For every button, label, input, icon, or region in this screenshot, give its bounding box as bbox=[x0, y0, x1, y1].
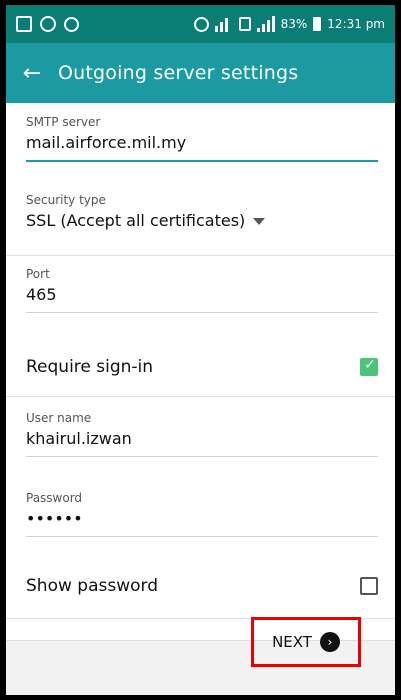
sim-icon bbox=[238, 17, 251, 31]
smtp-server-input[interactable]: mail.airforce.mil.my bbox=[26, 133, 378, 152]
status-left bbox=[16, 16, 79, 32]
alarm-icon bbox=[64, 16, 79, 32]
smtp-underline bbox=[26, 160, 378, 162]
password-label: Password bbox=[26, 491, 83, 505]
back-arrow-icon[interactable]: ← bbox=[6, 61, 58, 86]
battery-percent: 83% bbox=[280, 17, 308, 31]
password-input[interactable]: •••••• bbox=[26, 509, 378, 528]
port-input[interactable]: 465 bbox=[26, 285, 378, 304]
signal-icon bbox=[256, 16, 275, 32]
port-label: Port bbox=[26, 267, 50, 281]
battery-icon bbox=[313, 17, 322, 31]
next-button[interactable]: NEXT › bbox=[251, 617, 361, 667]
status-right: 83% 12:31 pm bbox=[193, 16, 385, 32]
require-sign-in-checkbox[interactable] bbox=[360, 357, 378, 376]
next-label: NEXT bbox=[272, 633, 312, 651]
show-password-row[interactable]: Show password bbox=[26, 576, 378, 596]
username-underline bbox=[26, 456, 378, 457]
require-sign-in-label: Require sign-in bbox=[26, 357, 154, 377]
app-bar: ← Outgoing server settings bbox=[6, 43, 395, 103]
username-field[interactable]: User name khairul.izwan bbox=[26, 411, 378, 457]
security-type-value: SSL (Accept all certificates) bbox=[26, 211, 246, 230]
settings-form: SMTP server mail.airforce.mil.my Securit… bbox=[6, 103, 395, 640]
chat-notification-icon bbox=[40, 16, 56, 32]
alarm-icon bbox=[193, 16, 209, 32]
port-field[interactable]: Port 465 bbox=[26, 267, 378, 313]
password-underline bbox=[26, 536, 378, 537]
clock: 12:31 pm bbox=[327, 17, 385, 31]
divider bbox=[6, 255, 395, 256]
username-input[interactable]: khairul.izwan bbox=[26, 429, 378, 448]
status-bar: 83% 12:31 pm bbox=[6, 5, 395, 43]
phone-screen: 83% 12:31 pm ← Outgoing server settings … bbox=[6, 5, 395, 695]
username-label: User name bbox=[26, 411, 92, 425]
divider bbox=[6, 396, 395, 397]
security-type-field[interactable]: Security type SSL (Accept all certificat… bbox=[26, 193, 378, 230]
page-title: Outgoing server settings bbox=[58, 62, 299, 84]
smtp-server-label: SMTP server bbox=[26, 115, 101, 129]
security-type-select[interactable]: SSL (Accept all certificates) bbox=[26, 211, 378, 230]
smtp-server-field[interactable]: SMTP server mail.airforce.mil.my bbox=[26, 115, 378, 162]
dropdown-caret-icon bbox=[253, 218, 266, 225]
chevron-right-icon: › bbox=[319, 632, 340, 652]
password-field[interactable]: Password •••••• bbox=[26, 491, 378, 537]
require-sign-in-row[interactable]: Require sign-in bbox=[26, 357, 378, 377]
wifi-icon bbox=[214, 16, 233, 32]
show-password-label: Show password bbox=[26, 576, 158, 596]
show-password-checkbox[interactable] bbox=[360, 577, 378, 595]
port-underline bbox=[26, 312, 378, 313]
gallery-notification-icon bbox=[16, 16, 32, 32]
security-type-label: Security type bbox=[26, 193, 106, 207]
